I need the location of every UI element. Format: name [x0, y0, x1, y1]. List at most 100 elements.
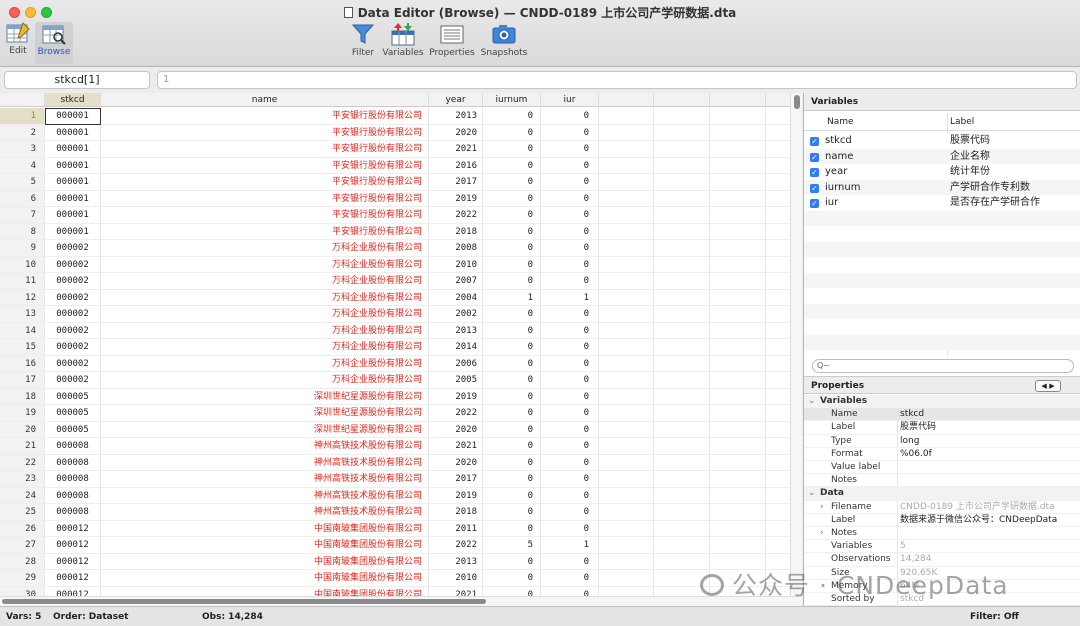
- empty-cell[interactable]: [599, 306, 654, 323]
- row-number[interactable]: 4: [0, 157, 45, 174]
- cell-year[interactable]: 2022: [429, 207, 483, 224]
- empty-cell[interactable]: [654, 256, 710, 273]
- row-number[interactable]: 15: [0, 339, 45, 356]
- cell-stkcd[interactable]: 000001: [45, 174, 101, 191]
- empty-cell[interactable]: [654, 108, 710, 125]
- empty-cell[interactable]: [654, 289, 710, 306]
- table-row[interactable]: 7 000001 平安银行股份有限公司 2022 0 0: [0, 207, 790, 224]
- property-row[interactable]: Value label: [804, 461, 1080, 475]
- cell-year[interactable]: 2010: [429, 256, 483, 273]
- empty-cell[interactable]: [710, 421, 766, 438]
- cell-name[interactable]: 万科企业股份有限公司: [101, 240, 429, 257]
- empty-cell[interactable]: [766, 108, 790, 125]
- cell-iurnum[interactable]: 0: [483, 174, 541, 191]
- cell-name[interactable]: 神州高铁技术股份有限公司: [101, 504, 429, 521]
- empty-cell[interactable]: [766, 405, 790, 422]
- table-row[interactable]: 24 000008 神州高铁技术股份有限公司 2019 0 0: [0, 487, 790, 504]
- cell-year[interactable]: 2019: [429, 190, 483, 207]
- cell-iur[interactable]: 0: [541, 372, 599, 389]
- cell-iur[interactable]: 1: [541, 537, 599, 554]
- table-row[interactable]: 12 000002 万科企业股份有限公司 2004 1 1: [0, 289, 790, 306]
- cell-year[interactable]: 2002: [429, 306, 483, 323]
- cell-stkcd[interactable]: 000001: [45, 157, 101, 174]
- cell-name[interactable]: 平安银行股份有限公司: [101, 124, 429, 141]
- cell-name[interactable]: 平安银行股份有限公司: [101, 157, 429, 174]
- cell-stkcd[interactable]: 000008: [45, 438, 101, 455]
- empty-cell[interactable]: [654, 438, 710, 455]
- filter-button[interactable]: Filter: [348, 22, 378, 58]
- row-number[interactable]: 3: [0, 141, 45, 158]
- row-number[interactable]: 10: [0, 256, 45, 273]
- empty-cell[interactable]: [710, 124, 766, 141]
- cell-stkcd[interactable]: 000005: [45, 405, 101, 422]
- property-row[interactable]: Format %06.0f: [804, 448, 1080, 461]
- empty-cell[interactable]: [654, 405, 710, 422]
- scroll-thumb[interactable]: [2, 599, 486, 604]
- empty-cell[interactable]: [710, 141, 766, 158]
- empty-cell[interactable]: [599, 207, 654, 224]
- cell-stkcd[interactable]: 000002: [45, 256, 101, 273]
- empty-cell[interactable]: [766, 537, 790, 554]
- grid-horizontal-scrollbar[interactable]: [0, 596, 802, 606]
- row-number[interactable]: 6: [0, 190, 45, 207]
- property-row[interactable]: Name stkcd: [804, 408, 1080, 422]
- empty-cell[interactable]: [599, 421, 654, 438]
- cell-iurnum[interactable]: 0: [483, 322, 541, 339]
- table-row[interactable]: 2 000001 平安银行股份有限公司 2020 0 0: [0, 124, 790, 141]
- empty-cell[interactable]: [599, 504, 654, 521]
- cell-year[interactable]: 2013: [429, 553, 483, 570]
- empty-cell[interactable]: [599, 190, 654, 207]
- table-row[interactable]: 10 000002 万科企业股份有限公司 2010 0 0: [0, 256, 790, 273]
- cell-stkcd[interactable]: 000002: [45, 355, 101, 372]
- table-row[interactable]: 29 000012 中国南玻集团股份有限公司 2010 0 0: [0, 570, 790, 587]
- properties-section-variables[interactable]: ⌄ Variables: [804, 395, 1080, 409]
- empty-cell[interactable]: [599, 471, 654, 488]
- cell-iur[interactable]: 0: [541, 454, 599, 471]
- empty-cell[interactable]: [710, 190, 766, 207]
- cell-year[interactable]: 2019: [429, 388, 483, 405]
- edit-mode-button[interactable]: Edit: [4, 22, 32, 56]
- collapse-caret-icon[interactable]: ⌄: [808, 487, 816, 500]
- empty-cell[interactable]: [654, 471, 710, 488]
- expand-chevron-icon[interactable]: ›: [820, 527, 824, 540]
- visibility-checkbox[interactable]: ✓: [810, 137, 819, 146]
- cell-name[interactable]: 神州高铁技术股份有限公司: [101, 438, 429, 455]
- empty-cell[interactable]: [766, 372, 790, 389]
- cell-stkcd[interactable]: 000008: [45, 487, 101, 504]
- cell-value-input[interactable]: 1: [157, 71, 1077, 89]
- cell-year[interactable]: 2017: [429, 471, 483, 488]
- variable-row[interactable]: ✓ stkcd 股票代码: [804, 133, 1080, 149]
- cell-iur[interactable]: 0: [541, 388, 599, 405]
- empty-cell[interactable]: [599, 339, 654, 356]
- cell-iurnum[interactable]: 0: [483, 421, 541, 438]
- cell-stkcd[interactable]: 000001: [45, 207, 101, 224]
- cell-year[interactable]: 2011: [429, 520, 483, 537]
- cell-year[interactable]: 2017: [429, 174, 483, 191]
- cell-name[interactable]: 万科企业股份有限公司: [101, 322, 429, 339]
- empty-cell[interactable]: [654, 306, 710, 323]
- cell-stkcd[interactable]: 000001: [45, 108, 101, 125]
- empty-cell[interactable]: [710, 355, 766, 372]
- cell-iur[interactable]: 0: [541, 355, 599, 372]
- table-row[interactable]: 28 000012 中国南玻集团股份有限公司 2013 0 0: [0, 553, 790, 570]
- empty-cell[interactable]: [766, 339, 790, 356]
- property-row[interactable]: Label 股票代码: [804, 421, 1080, 435]
- row-number[interactable]: 5: [0, 174, 45, 191]
- cell-name[interactable]: 神州高铁技术股份有限公司: [101, 487, 429, 504]
- cell-iurnum[interactable]: 0: [483, 454, 541, 471]
- table-row[interactable]: 14 000002 万科企业股份有限公司 2013 0 0: [0, 322, 790, 339]
- empty-cell[interactable]: [599, 108, 654, 125]
- row-number[interactable]: 2: [0, 124, 45, 141]
- table-row[interactable]: 1 000001 平安银行股份有限公司 2013 0 0: [0, 108, 790, 125]
- table-row[interactable]: 18 000005 深圳世纪星源股份有限公司 2019 0 0: [0, 388, 790, 405]
- row-number[interactable]: 1: [0, 108, 45, 125]
- empty-cell[interactable]: [766, 257, 790, 273]
- cell-name[interactable]: 平安银行股份有限公司: [101, 223, 429, 240]
- table-row[interactable]: 13 000002 万科企业股份有限公司 2002 0 0: [0, 306, 790, 323]
- row-number[interactable]: 30: [0, 586, 45, 596]
- cell-iurnum[interactable]: 0: [483, 570, 541, 587]
- cell-name[interactable]: 中国南玻集团股份有限公司: [101, 553, 429, 570]
- cell-iurnum[interactable]: 0: [483, 141, 541, 158]
- empty-cell[interactable]: [766, 471, 790, 488]
- cell-iurnum[interactable]: 0: [483, 355, 541, 372]
